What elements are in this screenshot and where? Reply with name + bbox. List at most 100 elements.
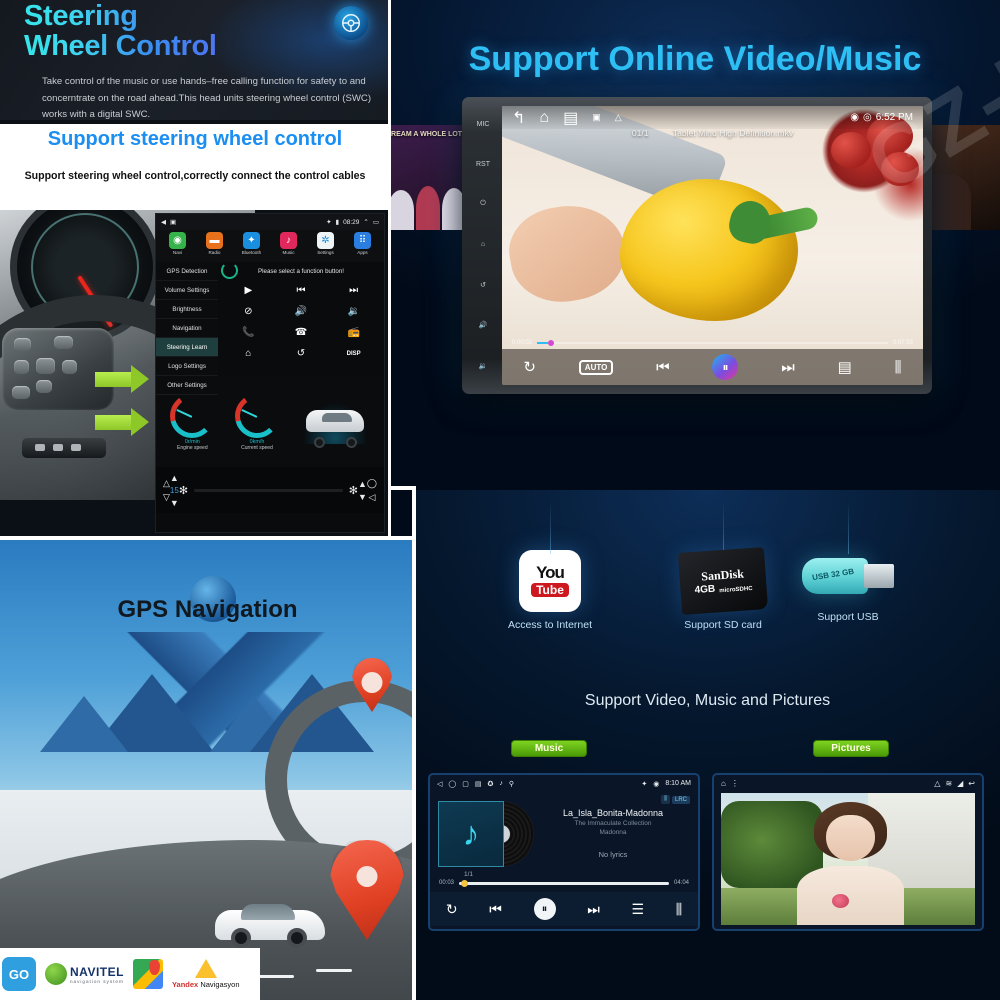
sidebar-item-radio[interactable]: ▬ Radio xyxy=(196,232,233,262)
sidebar-item-navi[interactable]: ◉ Navi xyxy=(159,232,196,262)
fan-right-icon[interactable]: ✻ xyxy=(349,484,358,497)
feature-usb: USB 32 GB Support USB xyxy=(773,502,923,623)
tab-music[interactable]: Music xyxy=(511,740,587,757)
repeat-icon[interactable]: ↻ xyxy=(446,901,458,918)
menu-item-brightness[interactable]: Brightness xyxy=(156,300,218,319)
recent-icon[interactable]: ▢ xyxy=(462,780,469,788)
menu-item-logo-settings[interactable]: Logo Settings xyxy=(156,357,218,376)
swc-hero-title: Steering Wheel Control xyxy=(24,0,217,62)
panel-divider-corner xyxy=(388,486,416,490)
swc-hu-time: 08:29 xyxy=(343,218,360,226)
video-seek-bar[interactable] xyxy=(537,340,888,346)
function-call-answer-button[interactable]: 📞 xyxy=(222,322,275,343)
navitel-logo: NAVITEL navigation system xyxy=(45,963,124,985)
climate-slider[interactable] xyxy=(194,488,343,492)
volume-up-key[interactable]: 🔊 xyxy=(479,321,488,329)
music-progress-row: 00:03 04:04 xyxy=(430,879,698,887)
equalizer-icon[interactable]: ⫼ xyxy=(676,901,682,918)
fan-left-icon[interactable]: ✻ xyxy=(179,484,188,497)
auto-button[interactable]: AUTO xyxy=(578,359,614,375)
car-icon[interactable]: ▭ xyxy=(373,218,379,226)
music-seek-bar[interactable] xyxy=(459,879,669,887)
panel-divider-horizontal xyxy=(0,536,415,540)
video-seek-handle[interactable] xyxy=(547,340,554,346)
climate-left-stepper[interactable]: ▲ 15 ▼ xyxy=(170,473,179,508)
navitel-mark-icon xyxy=(45,963,67,985)
screenshot-icon[interactable]: ▣ xyxy=(170,218,176,226)
playlist-icon[interactable]: ☰ xyxy=(631,901,644,918)
climate-right-stepper[interactable]: ▲ ▼ xyxy=(358,479,367,502)
power-key[interactable]: ⏻ xyxy=(480,200,486,208)
warning-icon[interactable]: △ xyxy=(615,112,622,123)
next-icon[interactable]: ⏭ xyxy=(781,360,795,375)
playlist-icon[interactable]: ▤ xyxy=(838,360,852,375)
function-play-button[interactable]: ▶ xyxy=(222,280,275,301)
back-icon[interactable]: ↰ xyxy=(512,108,525,128)
back-key[interactable]: ↺ xyxy=(480,281,486,289)
back-circle-icon[interactable]: ◀ xyxy=(161,218,166,226)
home-icon[interactable]: ◯ xyxy=(448,780,456,788)
mic-key[interactable]: MIC xyxy=(477,121,490,128)
repeat-icon[interactable]: ↻ xyxy=(523,360,536,375)
function-call-end-button[interactable]: ☎ xyxy=(275,322,328,343)
layers-icon[interactable]: ▤ xyxy=(563,108,578,128)
volume-down-key[interactable]: 🔉 xyxy=(479,362,488,370)
function-home-button[interactable]: ⌂ xyxy=(222,343,275,364)
function-previous-button[interactable]: ⏮ xyxy=(275,280,328,301)
chevron-up-icon[interactable]: ⌃ xyxy=(363,218,368,226)
hand xyxy=(503,197,633,311)
home-icon[interactable]: ⌂ xyxy=(539,109,549,127)
climate-temperature: 15 xyxy=(169,485,179,495)
engine-speed-label: Engine speed xyxy=(177,444,208,451)
lyrics-status: No lyrics xyxy=(598,850,628,859)
climate-left-outline-stepper[interactable]: △ ▽ xyxy=(163,478,170,503)
function-back-button[interactable]: ↺ xyxy=(275,343,328,364)
menu-item-steering-learn[interactable]: Steering Learn xyxy=(156,338,218,357)
sidebar-item-music[interactable]: ♪ Music xyxy=(270,232,307,262)
function-source-button[interactable]: 📻 xyxy=(327,322,380,343)
video-time-total: 0:07:53 xyxy=(892,340,913,346)
home-key[interactable]: ⌂ xyxy=(481,241,485,248)
menu-item-navigation[interactable]: Navigation xyxy=(156,319,218,338)
function-volume-down-button[interactable]: 🔉 xyxy=(327,301,380,322)
screenshot-icon[interactable]: ▣ xyxy=(592,112,601,123)
equalizer-icon[interactable]: ⫼ xyxy=(895,360,902,375)
home-icon[interactable]: ⌂ xyxy=(721,779,726,788)
lrc-badge[interactable]: LRC xyxy=(671,795,690,804)
swc-hero-description: Take control of the music or use hands–f… xyxy=(42,76,372,121)
video-panel-title: Support Online Video/Music xyxy=(468,40,922,78)
pause-icon[interactable]: ⏸ xyxy=(533,898,556,920)
back-icon[interactable]: ◁ xyxy=(437,780,442,788)
previous-icon[interactable]: ⏮ xyxy=(656,360,670,375)
current-speed-gauge: 0km/h Current speed xyxy=(234,393,279,451)
yandex-arrow-icon xyxy=(194,959,217,978)
music-body: ♪ 1/1 ⫼ LRC La_Isla_Bonita-Madonna The I… xyxy=(430,792,698,880)
music-seek-handle[interactable] xyxy=(461,879,469,887)
menu-item-other-settings[interactable]: Other Settings xyxy=(156,376,218,395)
sidebar-item-settings[interactable]: ✲ Settings xyxy=(307,232,344,262)
head-unit-side-keys[interactable]: MIC RST ⏻ ⌂ ↺ 🔊 🔉 xyxy=(466,105,500,386)
function-next-button[interactable]: ⏭ xyxy=(327,280,380,301)
usb-flash-drive-icon: USB 32 GB xyxy=(802,550,894,604)
sidebar-item-apps[interactable]: ⠿ Apps xyxy=(344,232,381,262)
tab-pictures[interactable]: Pictures xyxy=(813,740,889,757)
reset-key[interactable]: RST xyxy=(476,161,490,168)
displayed-photo[interactable] xyxy=(721,793,975,925)
equalizer-icon[interactable]: ⫼ xyxy=(661,795,670,804)
yandex-brand: Yandex xyxy=(171,980,199,989)
more-vertical-icon[interactable]: ⋮ xyxy=(731,779,739,788)
video-screen[interactable]: ↰ ⌂ ▤ ▣ △ ◉ ◎ 6:52 PM 01/1 Tablet Mind H… xyxy=(502,106,923,385)
previous-icon[interactable]: ⏮ xyxy=(489,901,502,918)
function-mute-button[interactable]: ⊘ xyxy=(222,301,275,322)
back-icon[interactable]: ↩ xyxy=(968,779,975,788)
sd-capacity: 4GB xyxy=(694,583,716,596)
menu-item-volume-settings[interactable]: Volume Settings xyxy=(156,281,218,300)
swc-button xyxy=(12,386,30,399)
function-disp-button[interactable]: DISP xyxy=(327,343,380,364)
climate-nav-keys[interactable]: ◯ ◁ xyxy=(367,478,377,503)
sidebar-item-bluetooth[interactable]: ✦ Bluetooth xyxy=(233,232,270,262)
menu-item-gps-detection[interactable]: GPS Detection xyxy=(156,262,218,281)
pause-icon[interactable]: ⏸ xyxy=(712,354,739,380)
next-icon[interactable]: ⏭ xyxy=(587,901,600,918)
function-volume-up-button[interactable]: 🔊 xyxy=(275,301,328,322)
